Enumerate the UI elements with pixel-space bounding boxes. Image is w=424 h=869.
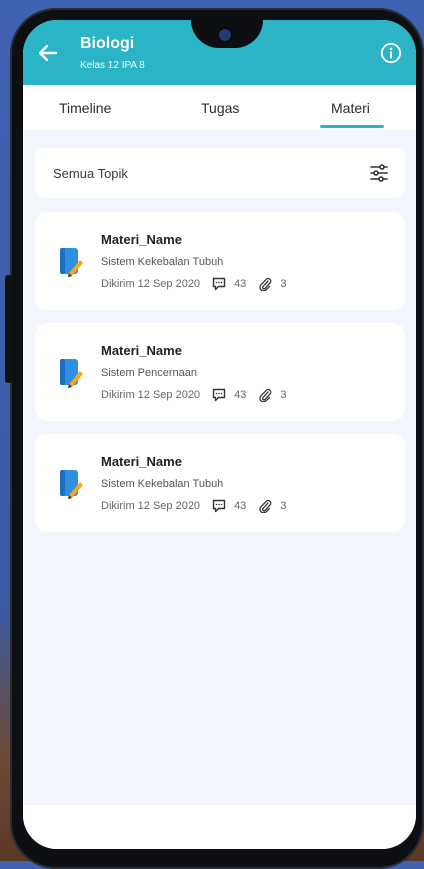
comment-icon xyxy=(212,277,226,291)
tab-materi[interactable]: Materi xyxy=(331,100,370,116)
app-screen: Biologi Kelas 12 IPA 8 Timeline Tugas Ma… xyxy=(23,20,416,849)
attachment-count: 3 xyxy=(280,278,287,290)
sliders-icon[interactable] xyxy=(369,163,389,183)
comment-count: 43 xyxy=(234,500,247,512)
topic-filter[interactable]: Semua Topik xyxy=(35,148,405,198)
comment-count: 43 xyxy=(234,278,247,290)
bottom-area xyxy=(23,805,416,849)
material-meta: Dikirim 12 Sep 2020 43 3 xyxy=(101,388,286,402)
app-bar: Biologi Kelas 12 IPA 8 xyxy=(23,20,416,85)
phone-side-button xyxy=(5,275,12,383)
sent-date: Dikirim 12 Sep 2020 xyxy=(101,389,201,401)
material-card[interactable]: Materi_Name Sistem Kekebalan Tubuh Dikir… xyxy=(35,212,405,310)
material-card[interactable]: Materi_Name Sistem Pencernaan Dikirim 12… xyxy=(35,323,405,421)
front-camera xyxy=(219,29,231,41)
attachment-count: 3 xyxy=(280,389,287,401)
material-topic: Sistem Kekebalan Tubuh xyxy=(101,478,224,490)
comment-icon xyxy=(212,499,226,513)
material-title: Materi_Name xyxy=(101,343,182,358)
material-meta: Dikirim 12 Sep 2020 43 3 xyxy=(101,499,286,513)
tab-bar: Timeline Tugas Materi xyxy=(23,85,416,130)
material-title: Materi_Name xyxy=(101,454,182,469)
arrow-left-icon[interactable] xyxy=(36,41,60,65)
material-card[interactable]: Materi_Name Sistem Kekebalan Tubuh Dikir… xyxy=(35,434,405,532)
info-icon[interactable] xyxy=(380,42,402,64)
page-title: Biologi xyxy=(80,35,135,52)
paperclip-icon xyxy=(259,277,272,291)
notebook-pencil-icon xyxy=(60,248,83,277)
notebook-pencil-icon xyxy=(60,359,83,388)
tab-timeline[interactable]: Timeline xyxy=(59,100,111,116)
class-subtitle: Kelas 12 IPA 8 xyxy=(80,60,145,71)
paperclip-icon xyxy=(259,388,272,402)
tab-tugas[interactable]: Tugas xyxy=(201,100,239,116)
material-title: Materi_Name xyxy=(101,232,182,247)
sent-date: Dikirim 12 Sep 2020 xyxy=(101,278,201,290)
comment-icon xyxy=(212,388,226,402)
material-topic: Sistem Kekebalan Tubuh xyxy=(101,256,224,268)
material-topic: Sistem Pencernaan xyxy=(101,367,197,379)
sent-date: Dikirim 12 Sep 2020 xyxy=(101,500,201,512)
notebook-pencil-icon xyxy=(60,470,83,499)
material-meta: Dikirim 12 Sep 2020 43 3 xyxy=(101,277,286,291)
attachment-count: 3 xyxy=(280,500,287,512)
paperclip-icon xyxy=(259,499,272,513)
topic-filter-label: Semua Topik xyxy=(53,166,128,181)
active-tab-indicator xyxy=(320,125,384,128)
comment-count: 43 xyxy=(234,389,247,401)
